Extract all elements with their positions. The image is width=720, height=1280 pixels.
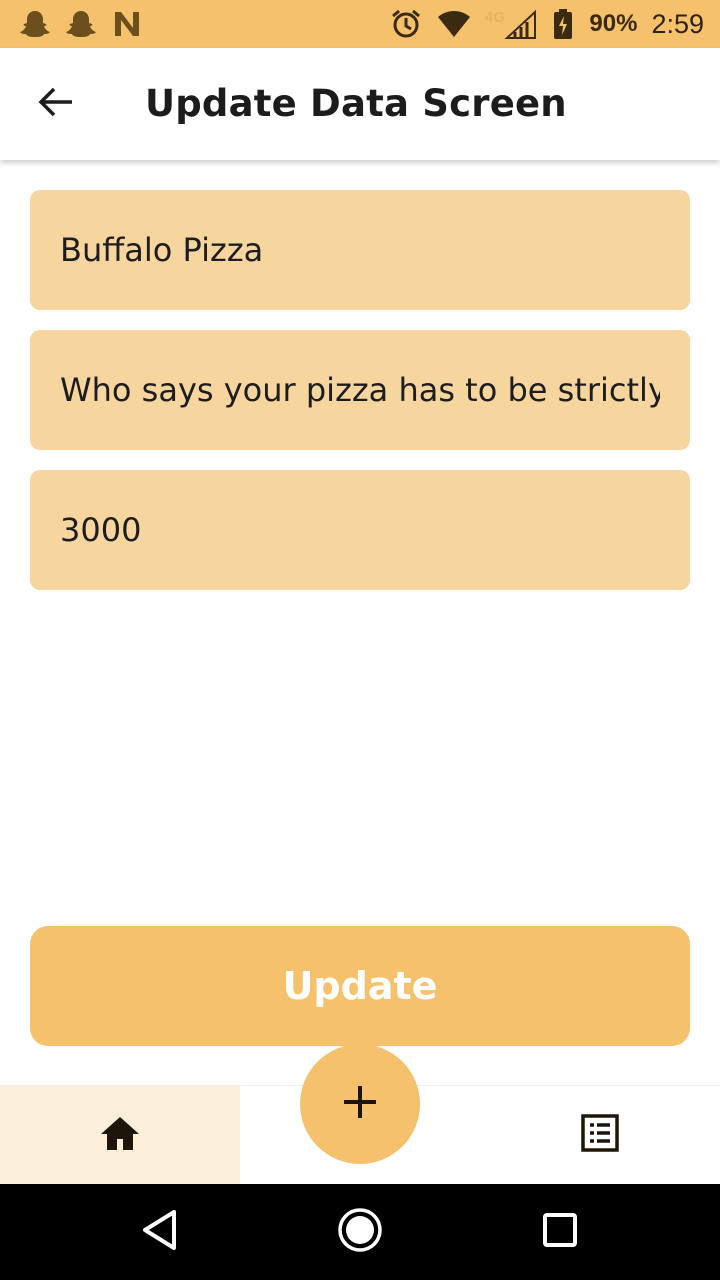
system-home-button[interactable] <box>336 1207 384 1258</box>
name-input[interactable] <box>60 231 660 269</box>
lte-signal-icon: 4G <box>485 8 537 40</box>
battery-icon <box>551 8 575 40</box>
nav-list-tab[interactable] <box>480 1086 720 1185</box>
alarm-icon <box>389 8 423 40</box>
square-recent-icon <box>542 1212 578 1253</box>
wifi-icon <box>437 8 471 40</box>
system-back-button[interactable] <box>136 1208 184 1256</box>
update-button[interactable]: Update <box>30 926 690 1046</box>
status-bar: 4G 90% 2:59 <box>0 0 720 48</box>
clock: 2:59 <box>651 8 704 39</box>
price-input[interactable] <box>60 511 660 549</box>
circle-home-icon <box>337 1207 383 1258</box>
description-input[interactable] <box>60 371 660 409</box>
back-button[interactable] <box>24 76 88 132</box>
network-label: 4G <box>485 9 505 26</box>
n-app-icon <box>110 8 144 40</box>
nav-home-tab[interactable] <box>0 1086 240 1185</box>
arrow-left-icon <box>38 86 74 123</box>
system-nav-bar <box>0 1184 720 1280</box>
status-bar-notifications <box>18 8 144 40</box>
description-field[interactable] <box>30 330 690 450</box>
status-bar-system: 4G 90% 2:59 <box>389 8 704 40</box>
update-button-label: Update <box>282 964 438 1008</box>
add-fab-button[interactable] <box>300 1044 420 1164</box>
page-title: Update Data Screen <box>145 82 567 125</box>
plus-icon <box>342 1084 378 1125</box>
snapchat-icon <box>18 8 52 40</box>
name-field[interactable] <box>30 190 690 310</box>
battery-percent: 90% <box>589 10 638 37</box>
snapchat-icon <box>64 8 98 40</box>
home-icon <box>99 1115 141 1156</box>
system-recents-button[interactable] <box>536 1208 584 1256</box>
triangle-back-icon <box>140 1209 180 1256</box>
list-icon <box>581 1114 619 1157</box>
price-field[interactable] <box>30 470 690 590</box>
app-bar: Update Data Screen <box>0 48 720 160</box>
